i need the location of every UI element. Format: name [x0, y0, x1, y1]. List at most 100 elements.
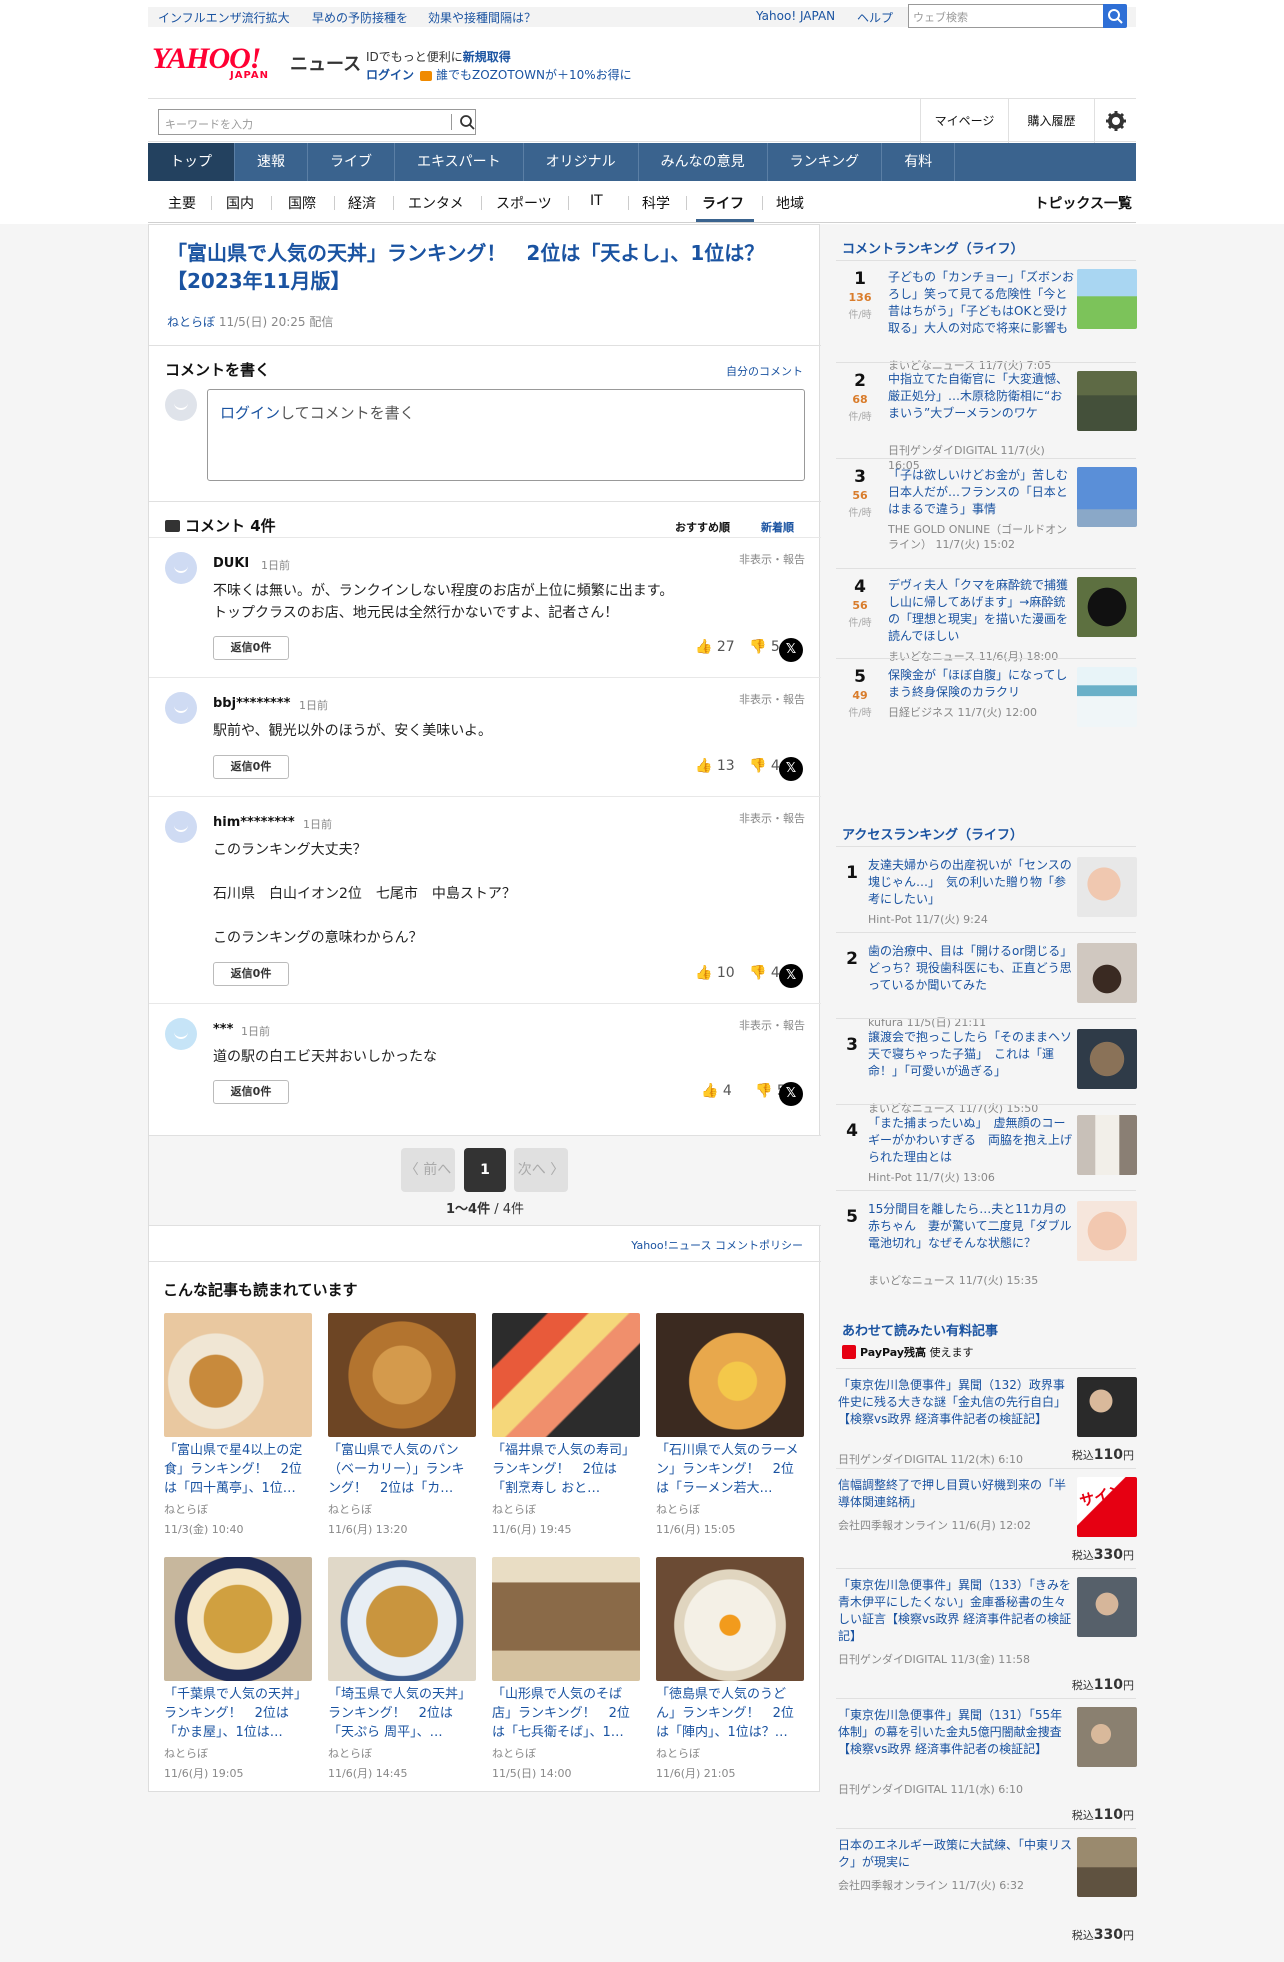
yahoo-japan-link[interactable]: Yahoo! JAPAN: [756, 9, 835, 23]
subnav-it[interactable]: IT: [590, 193, 603, 209]
nav-original[interactable]: オリジナル: [524, 143, 639, 181]
ranking-item[interactable]: 5 15分間目を離したら…夫と11カ月の赤ちゃん 妻が驚いて二度見「ダブル電池切れ…: [836, 1190, 1137, 1287]
related-title[interactable]: 「富山県で人気のパン（ベーカリー）」ランキング！ 2位は「カ…: [328, 1441, 476, 1499]
help-link[interactable]: ヘルプ: [857, 9, 893, 26]
ranking-item[interactable]: 1 友達夫婦からの出産祝いが「センスの塊じゃん…」 気の利いた贈り物「参考にしたい…: [836, 846, 1137, 932]
ranking-item[interactable]: 5 49 件/時 保険金が「ほぼ自腹」になってしまう終身保険のカラクリ 日経ビジネス 1…: [836, 658, 1137, 736]
subnav-region[interactable]: 地域: [776, 193, 804, 213]
paid-title[interactable]: 信幅調整終了で押し目買い好機到来の「半導体関連銘柄」: [838, 1477, 1072, 1511]
promo-link[interactable]: 効果や接種間隔は？: [428, 9, 536, 26]
nav-ranking[interactable]: ランキング: [768, 143, 883, 181]
ranking-title[interactable]: デヴィ夫人「クマを麻酔銃で捕獲し山に帰してあげます」→麻酔銃の「理想と現実」を描…: [888, 577, 1074, 645]
subnav-science[interactable]: 科学: [642, 193, 670, 213]
paid-title[interactable]: 「東京佐川急便事件」異聞（133）「きみを青木伊平にしたくない」金庫番秘書の生々…: [838, 1577, 1072, 1645]
nav-expert[interactable]: エキスパート: [395, 143, 524, 181]
nav-opinion[interactable]: みんなの意見: [639, 143, 768, 181]
paid-article[interactable]: 信幅調整終了で押し目買い好機到来の「半導体関連銘柄」 会社四季報オンライン 11/…: [836, 1468, 1137, 1568]
ranking-item[interactable]: 4 56 件/時 デヴィ夫人「クマを麻酔銃で捕獲し山に帰してあげます」→麻酔銃の「理想…: [836, 568, 1137, 663]
subnav-life[interactable]: ライフ: [702, 193, 744, 213]
ranking-title[interactable]: 子どもの「カンチョー」「ズボンおろし」笑って見てる危険性「今と昔はちがう」「子ど…: [888, 269, 1074, 337]
related-card[interactable]: 「富山県で人気のパン（ベーカリー）」ランキング！ 2位は「カ… ねとらぼ 11/6(…: [328, 1313, 476, 1537]
current-page[interactable]: 1: [464, 1148, 506, 1192]
ranking-title[interactable]: 友達夫婦からの出産祝いが「センスの塊じゃん…」 気の利いた贈り物「参考にしたい」: [868, 857, 1074, 908]
subnav-economy[interactable]: 経済: [348, 193, 376, 213]
report-link[interactable]: 非表示・報告: [739, 551, 805, 567]
paid-article[interactable]: 日本のエネルギー政策に大試練、「中東リスク」が現実に 会社四季報オンライン 11/…: [836, 1828, 1137, 1948]
ranking-item[interactable]: 4 「また捕まったいぬ」 虚無顔のコーギーがかわいすぎる 両脇を抱え上げられた理由…: [836, 1104, 1137, 1190]
settings-button[interactable]: [1094, 99, 1136, 143]
subnav-world[interactable]: 国際: [288, 193, 316, 213]
zozo-link[interactable]: 誰でもZOZOTOWNが＋10%お得に: [436, 68, 632, 82]
x-share-icon[interactable]: 𝕏: [779, 757, 803, 781]
reply-button[interactable]: 返信0件: [213, 1080, 289, 1104]
article-title[interactable]: 「富山県で人気の天丼」ランキング！ 2位は「天よし」、1位は？【2023年11月…: [167, 239, 807, 295]
paid-article[interactable]: 「東京佐川急便事件」異聞（131）「55年体制」の幕を引いた金丸5億円闇献金捜査…: [836, 1698, 1137, 1828]
related-title[interactable]: 「富山県で星4以上の定食」ランキング！ 2位は「四十萬亭」、1位…: [164, 1441, 312, 1499]
paid-article[interactable]: 「東京佐川急便事件」異聞（132）政界事件史に残る大きな謎「金丸信の先行自白」【…: [836, 1368, 1137, 1468]
related-title[interactable]: 「埼玉県で人気の天丼」ランキング！ 2位は「天ぷら 周平」、…: [328, 1685, 476, 1743]
ranking-title[interactable]: 歯の治療中、目は「開けるor閉じる」どっち？現役歯科医にも、正直どう思っているか…: [868, 943, 1074, 994]
ranking-title[interactable]: 譲渡会で抱っこしたら「そのままヘソ天で寝ちゃった子猫」 これは「運命！」「可愛い…: [868, 1029, 1074, 1080]
register-link[interactable]: 新規取得: [463, 50, 511, 64]
comment-author[interactable]: him********: [213, 815, 295, 830]
ranking-title[interactable]: 中指立てた自衛官に「大変遺憾、厳正処分」…木原稔防衛相に“おまいう”大ブーメラン…: [888, 371, 1074, 422]
search-icon[interactable]: [459, 114, 475, 130]
sort-recommended[interactable]: おすすめ順: [675, 519, 730, 535]
x-share-icon[interactable]: 𝕏: [779, 638, 803, 662]
login-link[interactable]: ログイン: [220, 404, 280, 422]
comment-author[interactable]: DUKI: [213, 556, 249, 571]
subnav-sports[interactable]: スポーツ: [496, 193, 552, 213]
related-card[interactable]: 「石川県で人気のラーメン」ランキング！ 2位は「ラーメン若大… ねとらぼ 11/6(…: [656, 1313, 804, 1537]
ranking-item[interactable]: 1 136 件/時 子どもの「カンチョー」「ズボンおろし」笑って見てる危険性「今と昔は…: [836, 260, 1137, 372]
x-share-icon[interactable]: 𝕏: [779, 964, 803, 988]
purchase-history-link[interactable]: 購入履歴: [1008, 99, 1094, 143]
report-link[interactable]: 非表示・報告: [739, 691, 805, 707]
subnav-entertainment[interactable]: エンタメ: [408, 193, 464, 213]
x-share-icon[interactable]: 𝕏: [779, 1082, 803, 1106]
related-title[interactable]: 「福井県で人気の寿司」ランキング！ 2位は「割烹寿し おと…: [492, 1441, 640, 1499]
like-button[interactable]: 👍 27: [695, 639, 735, 655]
dislike-button[interactable]: 👎 4: [749, 758, 780, 774]
keyword-search-input[interactable]: キーワードを入力: [158, 109, 476, 135]
login-link[interactable]: ログイン: [366, 68, 414, 82]
promo-link[interactable]: 早めの予防接種を: [312, 9, 408, 26]
article-source[interactable]: ねとらぼ: [167, 315, 215, 329]
paid-title[interactable]: 「東京佐川急便事件」異聞（131）「55年体制」の幕を引いた金丸5億円闇献金捜査…: [838, 1707, 1072, 1758]
comment-input[interactable]: ログインしてコメントを書く: [207, 389, 805, 481]
paid-title[interactable]: 「東京佐川急便事件」異聞（132）政界事件史に残る大きな謎「金丸信の先行自白」【…: [838, 1377, 1072, 1428]
ranking-title[interactable]: 保険金が「ほぼ自腹」になってしまう終身保険のカラクリ: [888, 667, 1074, 701]
ranking-item[interactable]: 2 68 件/時 中指立てた自衛官に「大変遺憾、厳正処分」…木原稔防衛相に“おまいう”…: [836, 362, 1137, 472]
ranking-title[interactable]: 「子は欲しいけどお金が」苦しむ日本人だが…フランスの「日本とはまるで違う」事情: [888, 467, 1074, 518]
related-title[interactable]: 「山形県で人気のそば店」ランキング！ 2位は「七兵衛そば」、1…: [492, 1685, 640, 1743]
dislike-button[interactable]: 👎 4: [749, 965, 780, 981]
web-search-button[interactable]: [1103, 4, 1127, 28]
like-button[interactable]: 👍 10: [695, 965, 735, 981]
sort-newest[interactable]: 新着順: [761, 519, 794, 535]
ranking-item[interactable]: 3 譲渡会で抱っこしたら「そのままヘソ天で寝ちゃった子猫」 これは「運命！」「可愛…: [836, 1018, 1137, 1115]
nav-paid[interactable]: 有料: [882, 143, 956, 181]
nav-top[interactable]: トップ: [148, 143, 235, 181]
related-card[interactable]: 「山形県で人気のそば店」ランキング！ 2位は「七兵衛そば」、1… ねとらぼ 11/5…: [492, 1557, 640, 1781]
like-button[interactable]: 👍 13: [695, 758, 735, 774]
ranking-title[interactable]: 15分間目を離したら…夫と11カ月の赤ちゃん 妻が驚いて二度見「ダブル電池切れ」…: [868, 1201, 1074, 1252]
related-card[interactable]: 「埼玉県で人気の天丼」ランキング！ 2位は「天ぷら 周平」、… ねとらぼ 11/6(…: [328, 1557, 476, 1781]
promo-link[interactable]: インフルエンザ流行拡大: [158, 9, 290, 26]
reply-button[interactable]: 返信0件: [213, 962, 289, 986]
related-title[interactable]: 「千葉県で人気の天丼」ランキング！ 2位は「かま屋」、1位は…: [164, 1685, 312, 1743]
report-link[interactable]: 非表示・報告: [739, 810, 805, 826]
next-page-button[interactable]: 次へ 〉: [514, 1148, 568, 1192]
paid-title[interactable]: 日本のエネルギー政策に大試練、「中東リスク」が現実に: [838, 1837, 1072, 1871]
comment-author[interactable]: ***: [213, 1022, 233, 1037]
yahoo-news-logo[interactable]: YAHOO! JAPAN: [152, 42, 287, 84]
mypage-link[interactable]: マイページ: [920, 99, 1008, 143]
subnav-domestic[interactable]: 国内: [226, 193, 254, 213]
ranking-item[interactable]: 2 歯の治療中、目は「開けるor閉じる」どっち？現役歯科医にも、正直どう思っている…: [836, 932, 1137, 1029]
nav-live[interactable]: ライブ: [308, 143, 395, 181]
related-card[interactable]: 「徳島県で人気のうどん」ランキング！ 2位は「陣内」、1位は？… ねとらぼ 11/6…: [656, 1557, 804, 1781]
reply-button[interactable]: 返信0件: [213, 755, 289, 779]
paid-article[interactable]: 「東京佐川急便事件」異聞（133）「きみを青木伊平にしたくない」金庫番秘書の生々…: [836, 1568, 1137, 1698]
web-search-input[interactable]: ウェブ検索: [908, 4, 1104, 28]
related-title[interactable]: 「石川県で人気のラーメン」ランキング！ 2位は「ラーメン若大…: [656, 1441, 804, 1499]
nav-flash[interactable]: 速報: [235, 143, 308, 181]
related-title[interactable]: 「徳島県で人気のうどん」ランキング！ 2位は「陣内」、1位は？…: [656, 1685, 804, 1743]
